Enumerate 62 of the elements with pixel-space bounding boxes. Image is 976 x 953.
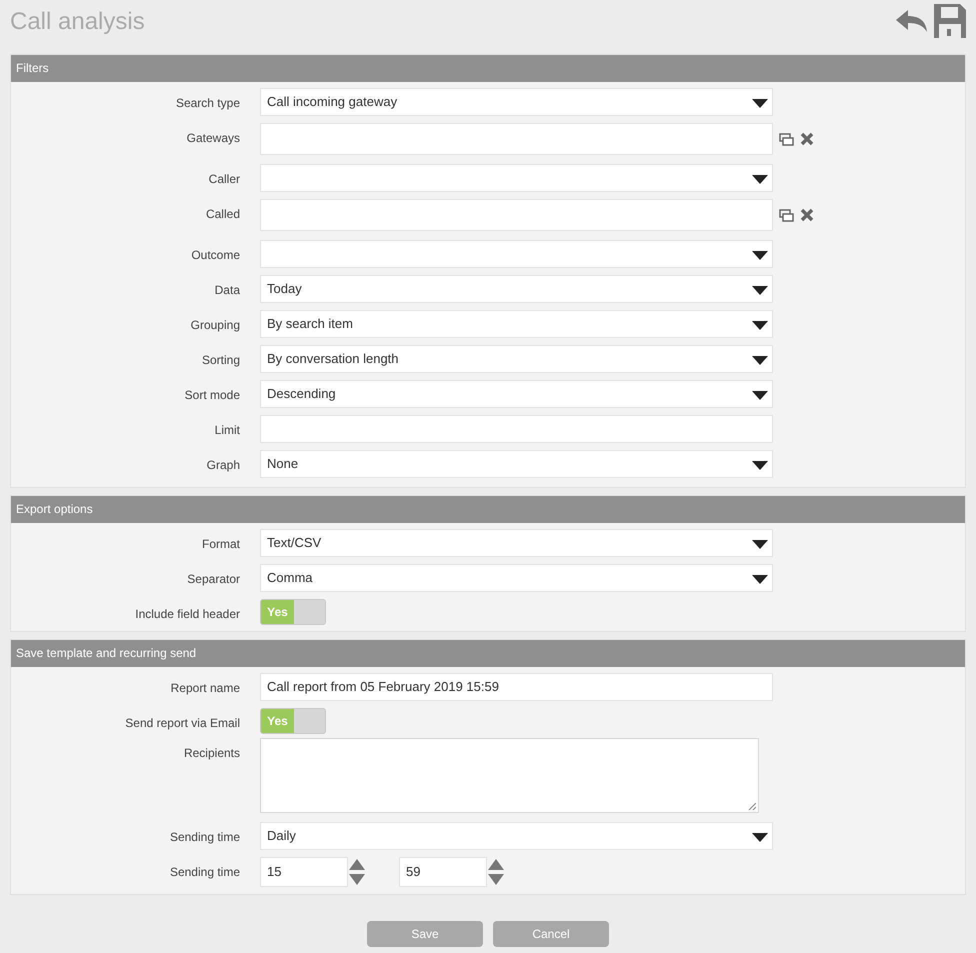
- dropdown-caret-icon: [752, 175, 768, 184]
- dropdown-field[interactable]: Text/CSV: [260, 529, 773, 557]
- dropdown-caret-icon: [752, 286, 768, 295]
- page-title: Call analysis: [10, 7, 145, 37]
- number-field[interactable]: 59: [399, 857, 487, 887]
- field-label: Sending time: [170, 830, 240, 844]
- input-field[interactable]: [260, 123, 773, 155]
- dropdown-caret-icon: [752, 99, 768, 108]
- dropdown-caret-icon: [752, 540, 768, 549]
- toggle-label: Yes: [267, 713, 288, 730]
- dropdown-field[interactable]: By search item: [260, 310, 773, 338]
- close-icon[interactable]: [800, 208, 814, 222]
- dropdown-caret-icon: [752, 251, 768, 260]
- field-label: Gateways: [186, 131, 240, 145]
- field-label: Format: [202, 537, 240, 551]
- dropdown-field[interactable]: Call incoming gateway: [260, 88, 773, 116]
- dropdown-field[interactable]: Today: [260, 275, 773, 303]
- dropdown-caret-icon: [752, 356, 768, 365]
- section-header: Filters: [11, 55, 965, 82]
- field-label: Recipients: [184, 746, 240, 760]
- dropdown-field[interactable]: None: [260, 450, 773, 478]
- dropdown-field[interactable]: [260, 164, 773, 192]
- dropdown-caret-icon: [752, 833, 768, 842]
- field-label: Search type: [176, 96, 240, 110]
- text-field[interactable]: Call report from 05 February 2019 15:59: [260, 673, 773, 701]
- field-label: Caller: [208, 172, 240, 186]
- field-label: Limit: [214, 423, 240, 437]
- field-label: Separator: [187, 572, 240, 586]
- toggle-label: Yes: [267, 604, 288, 621]
- dropdown-field[interactable]: Descending: [260, 380, 773, 408]
- spinner-arrows-icon[interactable]: [487, 858, 505, 886]
- field-label: Include field header: [135, 607, 240, 621]
- dropdown-field[interactable]: Daily: [260, 822, 773, 850]
- save-icon[interactable]: [934, 4, 966, 38]
- section-header: Save template and recurring send: [11, 640, 965, 667]
- field-label: Outcome: [191, 248, 240, 262]
- field-label: Sorting: [202, 353, 240, 367]
- field-label: Sort mode: [184, 388, 240, 402]
- section-header: Export options: [11, 496, 965, 523]
- dropdown-field[interactable]: By conversation length: [260, 345, 773, 373]
- field-label: Grouping: [190, 318, 240, 332]
- dropdown-caret-icon: [752, 461, 768, 470]
- field-label: Data: [214, 283, 240, 297]
- spinner-arrows-icon[interactable]: [348, 858, 366, 886]
- dropdown-caret-icon: [752, 321, 768, 330]
- field-label: Report name: [170, 681, 240, 695]
- dropdown-field[interactable]: [260, 240, 773, 268]
- text-field[interactable]: [260, 415, 773, 443]
- field-label: Sending time: [170, 865, 240, 879]
- dropdown-caret-icon: [752, 575, 768, 584]
- close-icon[interactable]: [800, 132, 814, 146]
- resize-grip-icon: [749, 803, 756, 810]
- number-field[interactable]: 15: [260, 857, 348, 887]
- windows-icon[interactable]: [779, 132, 794, 146]
- windows-icon[interactable]: [779, 208, 794, 222]
- dropdown-field[interactable]: Comma: [260, 564, 773, 592]
- field-label: Called: [206, 207, 240, 221]
- input-field[interactable]: [260, 199, 773, 231]
- field-label: Graph: [206, 458, 240, 472]
- field-label: Send report via Email: [125, 716, 240, 730]
- dropdown-caret-icon: [752, 391, 768, 400]
- back-arrow-icon[interactable]: [896, 10, 928, 32]
